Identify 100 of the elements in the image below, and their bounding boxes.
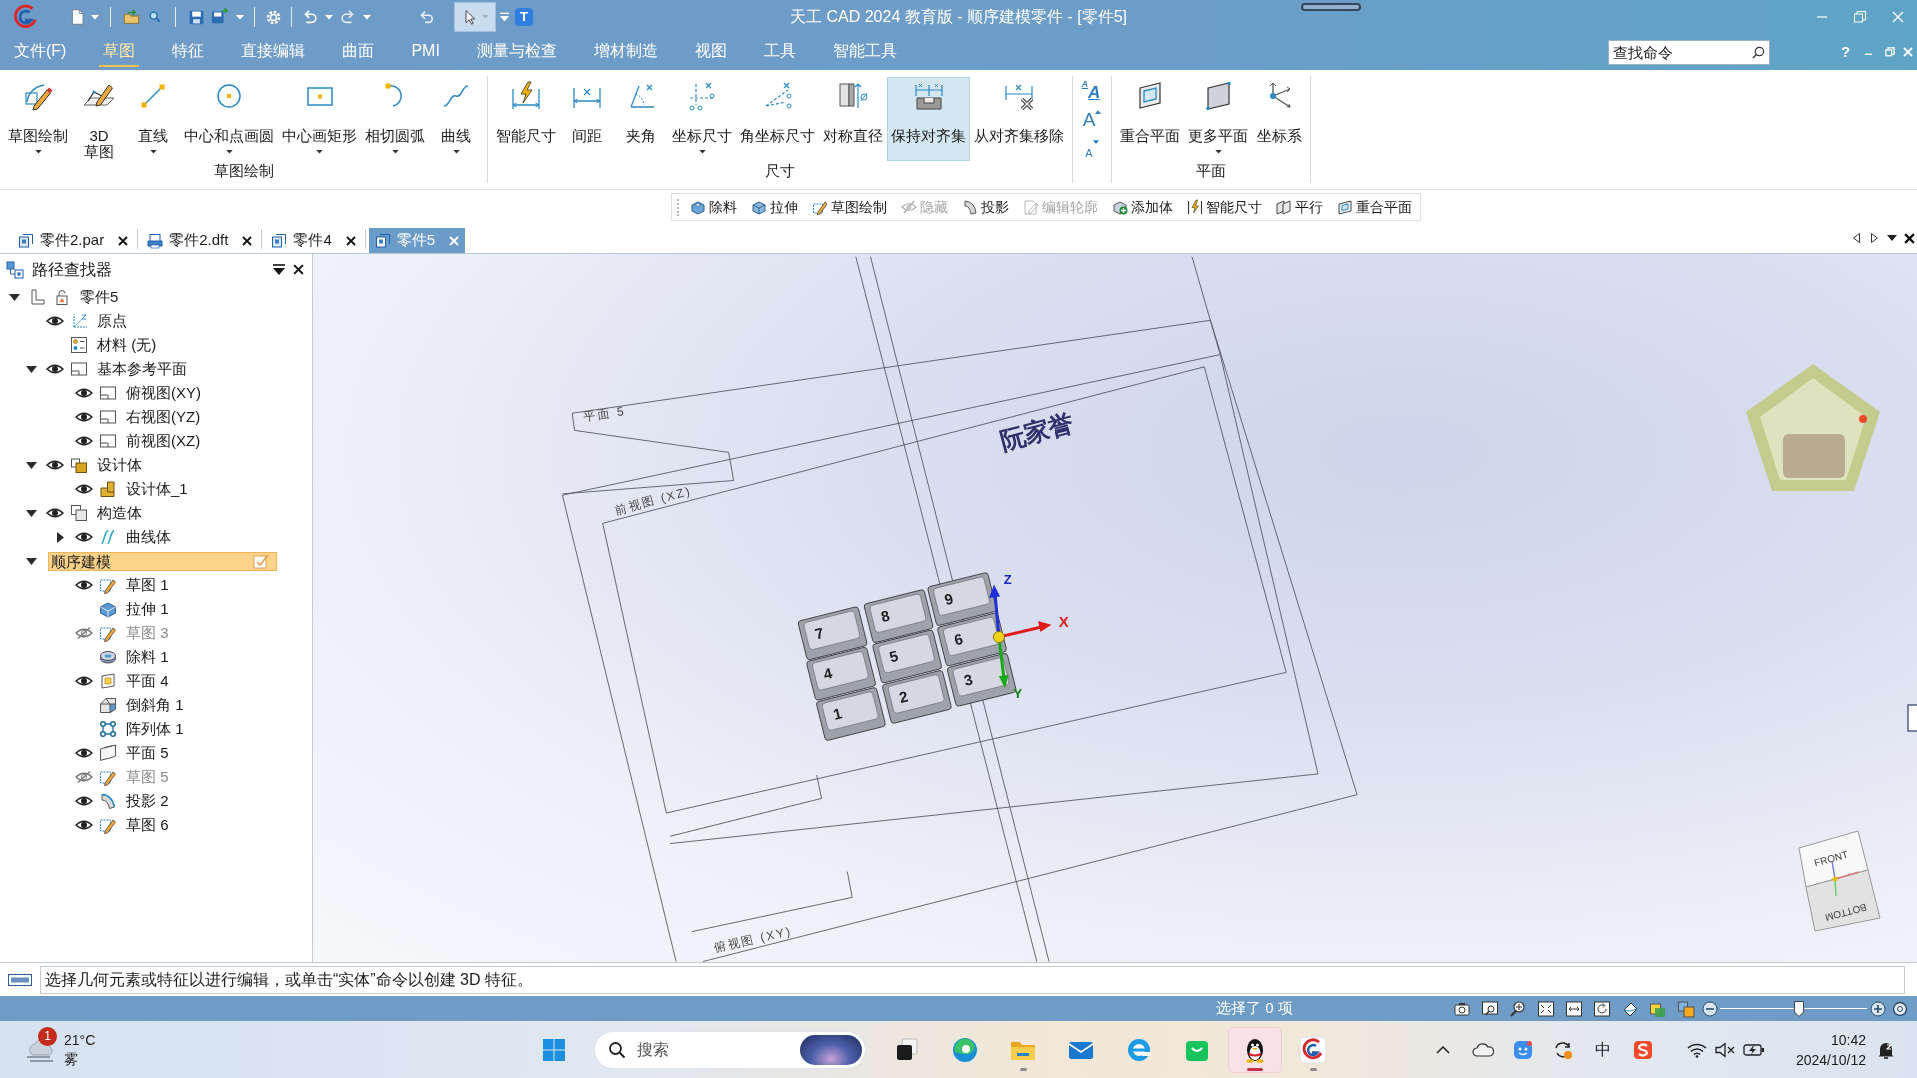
- eye-icon[interactable]: [46, 507, 64, 519]
- restore-icon[interactable]: [1854, 11, 1866, 23]
- tree-item-label[interactable]: 基本参考平面: [95, 357, 189, 381]
- weather-condition[interactable]: 雾: [64, 1049, 96, 1069]
- cloud-icon[interactable]: [1472, 1042, 1494, 1057]
- display-style-icon[interactable]: [1677, 999, 1695, 1018]
- command-button[interactable]: 重合平面: [1333, 195, 1416, 219]
- ribbon-button[interactable]: 相切圆弧: [361, 77, 429, 161]
- text-size-button[interactable]: $^{A}$A: [1081, 78, 1103, 104]
- sync-icon[interactable]: [1553, 1039, 1573, 1060]
- tree-item-label[interactable]: 平面 5: [124, 741, 171, 765]
- eye-icon[interactable]: [75, 483, 93, 495]
- eye-icon[interactable]: [75, 411, 93, 423]
- tree-item-label[interactable]: 设计体: [95, 453, 144, 477]
- caret-right-icon[interactable]: [56, 531, 64, 543]
- tree-item-label[interactable]: 投影 2: [124, 789, 171, 813]
- close-icon[interactable]: [242, 235, 253, 246]
- eye-icon[interactable]: [75, 435, 93, 447]
- ribbon-button[interactable]: 保持对齐集: [887, 77, 970, 161]
- ribbon-button[interactable]: 中心和点画圆: [180, 77, 278, 161]
- eye-icon[interactable]: [75, 747, 93, 759]
- ribbon-button[interactable]: 夹角: [614, 77, 668, 161]
- tree-item-label[interactable]: 零件5: [78, 285, 121, 309]
- ribbon-button[interactable]: 3D 草图: [72, 77, 126, 161]
- command-button[interactable]: 除料: [686, 195, 741, 219]
- ribbon-button[interactable]: 草图绘制: [4, 77, 72, 161]
- tree-item-label[interactable]: 曲线体: [124, 525, 173, 549]
- zoom-in-icon[interactable]: [1870, 1000, 1886, 1017]
- tree-item-label[interactable]: 构造体: [95, 501, 144, 525]
- checkbox-icon[interactable]: [253, 553, 269, 569]
- close-icon[interactable]: [345, 235, 356, 246]
- caret-down-icon[interactable]: [25, 365, 37, 373]
- command-button[interactable]: 平行: [1272, 195, 1327, 219]
- eye-icon[interactable]: [46, 315, 64, 327]
- tree-item-label[interactable]: 顺序建模: [48, 551, 277, 571]
- ribbon-button[interactable]: 坐标系: [1252, 77, 1306, 161]
- wifi-icon[interactable]: [1687, 1041, 1707, 1058]
- clock-date[interactable]: 2024/10/12: [1795, 1049, 1866, 1070]
- settings-icon[interactable]: [264, 8, 282, 26]
- close-icon[interactable]: [1903, 232, 1915, 244]
- text-size-button[interactable]: A: [1085, 138, 1093, 164]
- input-method-indicator[interactable]: 中: [1583, 1037, 1623, 1062]
- panel-menu-icon[interactable]: [273, 264, 285, 275]
- weather-temperature[interactable]: 21°C: [64, 1030, 96, 1050]
- tree-item-label[interactable]: 倒斜角 1: [124, 693, 186, 717]
- swoosh-tile-icon[interactable]: [1633, 1039, 1653, 1060]
- ribbon-button[interactable]: 角坐标尺寸: [736, 77, 819, 161]
- command-button[interactable]: 智能尺寸: [1183, 195, 1266, 219]
- tree-item-label[interactable]: 平面 4: [124, 669, 171, 693]
- caret-right-icon[interactable]: [1870, 233, 1878, 243]
- eye-icon[interactable]: [75, 795, 93, 807]
- zoom-area-icon[interactable]: [1481, 999, 1499, 1018]
- ribbon-button[interactable]: 从对齐集移除: [970, 77, 1068, 161]
- eye-icon[interactable]: [75, 675, 93, 687]
- save-icon[interactable]: [187, 8, 205, 26]
- text-size-button[interactable]: A: [1082, 108, 1096, 134]
- t-button[interactable]: T: [515, 8, 533, 26]
- save-all-icon[interactable]: [211, 8, 229, 26]
- slider-thumb[interactable]: [1794, 1000, 1805, 1017]
- command-search-field[interactable]: 查找命令: [1608, 39, 1770, 65]
- ribbon-button[interactable]: 直线: [126, 77, 180, 161]
- ribbon-button[interactable]: 对称直径: [819, 77, 887, 161]
- chevron-up-icon[interactable]: [1436, 1045, 1450, 1054]
- eye-icon[interactable]: [75, 819, 93, 831]
- ribbon-button[interactable]: 坐标尺寸: [668, 77, 736, 161]
- panel-tab[interactable]: [1907, 704, 1917, 732]
- tree-item-label[interactable]: 俯视图(XY): [124, 381, 203, 405]
- drag-handle[interactable]: [1301, 3, 1361, 11]
- command-button[interactable]: 草图绘制: [808, 195, 891, 219]
- magnifier-icon[interactable]: [148, 10, 162, 24]
- tree-item-label[interactable]: 拉伸 1: [124, 597, 171, 621]
- tree-item-label[interactable]: 草图 3: [124, 621, 171, 645]
- ribbon-button[interactable]: 间距: [560, 77, 614, 161]
- eye-icon[interactable]: [46, 363, 64, 375]
- eye-icon[interactable]: [75, 531, 93, 543]
- coordinate-triad-icon[interactable]: [989, 584, 1052, 689]
- caret-down-icon[interactable]: [1887, 235, 1897, 241]
- tree-item-label[interactable]: 阵列体 1: [124, 717, 186, 741]
- caret-down-icon[interactable]: [25, 509, 37, 517]
- grip-icon[interactable]: [676, 198, 680, 216]
- zoom-slider[interactable]: [1720, 1000, 1867, 1017]
- rotate-icon[interactable]: [1593, 999, 1611, 1018]
- eye-icon[interactable]: [75, 387, 93, 399]
- restore-icon[interactable]: [1884, 47, 1895, 57]
- caret-left-icon[interactable]: [1852, 233, 1860, 243]
- ribbon-button[interactable]: 中心画矩形: [278, 77, 361, 161]
- ribbon-button[interactable]: 重合平面: [1116, 77, 1184, 161]
- pan-icon[interactable]: [1565, 999, 1583, 1018]
- face-app-icon[interactable]: [1513, 1039, 1533, 1060]
- caret-down-icon[interactable]: [8, 293, 20, 301]
- tree-item-label[interactable]: 材料 (无): [95, 333, 159, 357]
- command-button[interactable]: 拉伸: [747, 195, 802, 219]
- command-button[interactable]: 投影: [958, 195, 1013, 219]
- taskbar-button[interactable]: [1228, 1026, 1282, 1073]
- start-icon[interactable]: [542, 1037, 566, 1062]
- speaker-muted-icon[interactable]: [1715, 1041, 1735, 1058]
- battery-icon[interactable]: [1743, 1042, 1765, 1057]
- ribbon-button[interactable]: 曲线: [429, 77, 483, 161]
- clock-time[interactable]: 10:42: [1830, 1029, 1866, 1050]
- caret-down-icon[interactable]: [25, 461, 37, 469]
